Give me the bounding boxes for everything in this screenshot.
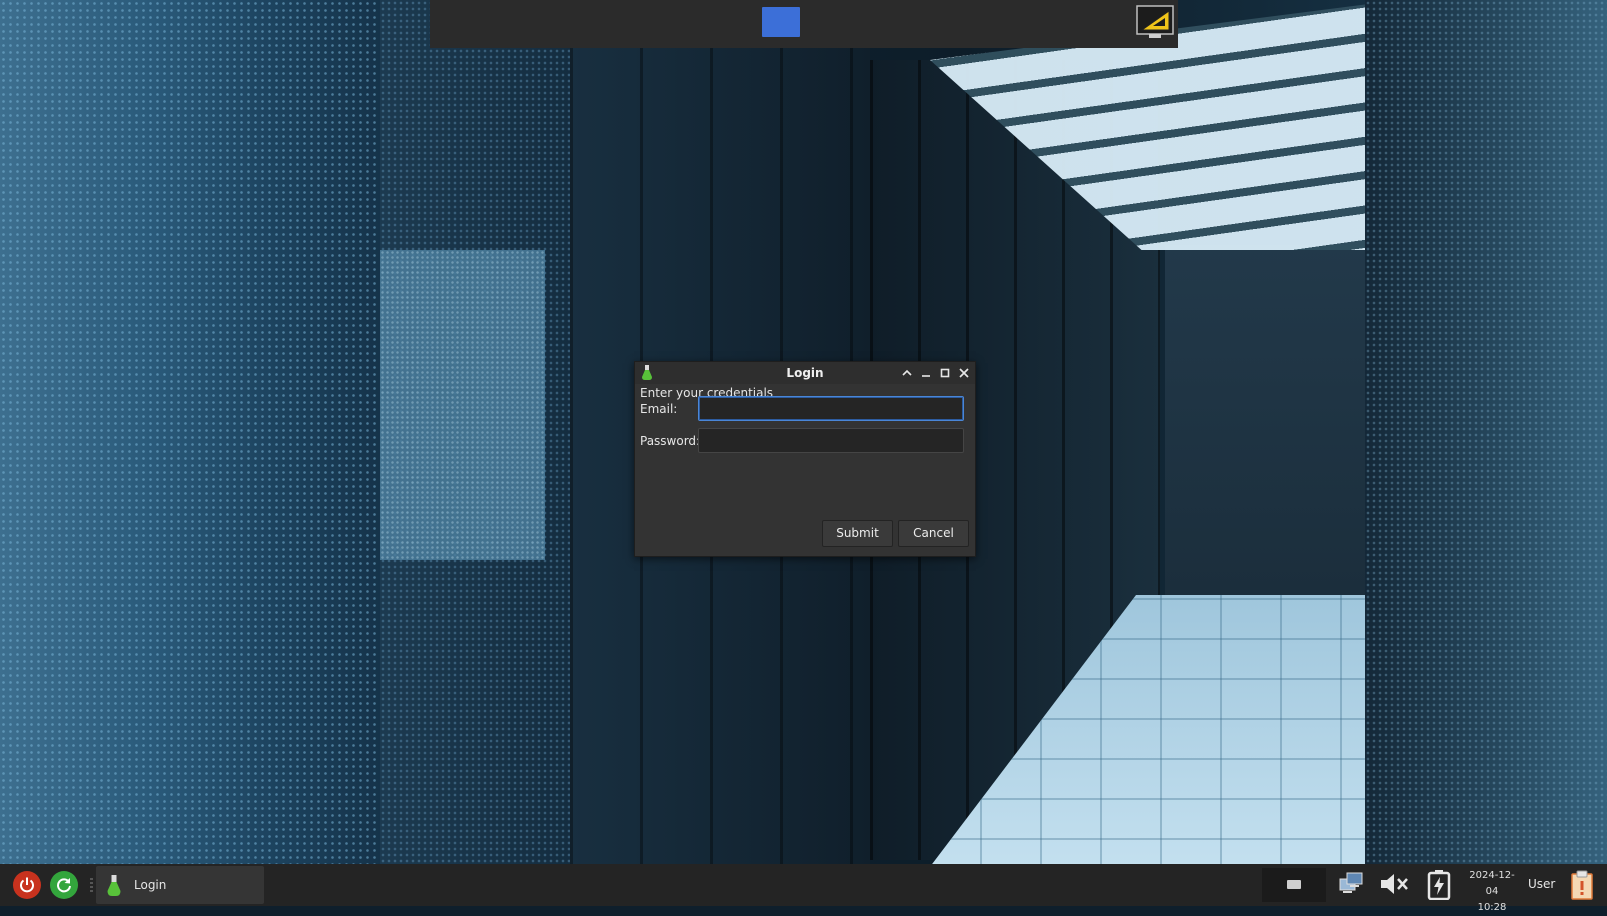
wallpaper-back-wall: [1165, 245, 1365, 595]
network-icon[interactable]: [1338, 870, 1364, 901]
close-icon[interactable]: [956, 365, 972, 381]
minimize-icon[interactable]: [918, 365, 934, 381]
restart-button[interactable]: [50, 871, 78, 899]
bottom-taskbar: Login 2024-12-04 10:28 User: [0, 864, 1607, 913]
volume-muted-icon[interactable]: [1379, 870, 1411, 901]
user-menu[interactable]: User: [1528, 877, 1555, 891]
power-icon: [20, 877, 34, 893]
panel-drag-handle[interactable]: [90, 878, 93, 892]
cancel-button[interactable]: Cancel: [898, 520, 969, 547]
password-label: Password:: [640, 434, 701, 448]
wallpaper-rack: [0, 0, 380, 880]
chevron-up-icon[interactable]: [899, 365, 915, 381]
restart-icon: [57, 878, 71, 893]
power-button[interactable]: [13, 871, 41, 899]
password-field[interactable]: [698, 428, 964, 453]
wallpaper-rack-panel: [380, 250, 545, 560]
dialog-titlebar[interactable]: Login: [635, 362, 975, 384]
battery-charging-icon[interactable]: [1427, 870, 1451, 903]
triangle-app-icon[interactable]: [1136, 5, 1174, 39]
top-panel: [430, 0, 1178, 48]
clock-date: 2024-12-04: [1469, 870, 1515, 897]
keyboard-layout-indicator[interactable]: [1262, 868, 1326, 902]
clock[interactable]: 2024-12-04 10:28: [1464, 868, 1520, 916]
maximize-icon[interactable]: [937, 365, 953, 381]
clock-time: 10:28: [1477, 902, 1507, 913]
taskbar-item-label: Login: [134, 878, 167, 892]
email-field[interactable]: [698, 396, 964, 421]
email-label: Email:: [640, 402, 678, 416]
keyboard-icon: [1287, 880, 1301, 889]
taskbar-item-login[interactable]: Login: [96, 866, 264, 904]
wallpaper-rack: [1365, 0, 1607, 880]
flask-icon: [106, 875, 122, 897]
login-dialog: Login Enter your credentials Email: Pass…: [634, 361, 976, 557]
submit-button[interactable]: Submit: [822, 520, 893, 547]
workspace-switcher[interactable]: [762, 7, 800, 37]
clipboard-icon[interactable]: [1570, 870, 1594, 903]
